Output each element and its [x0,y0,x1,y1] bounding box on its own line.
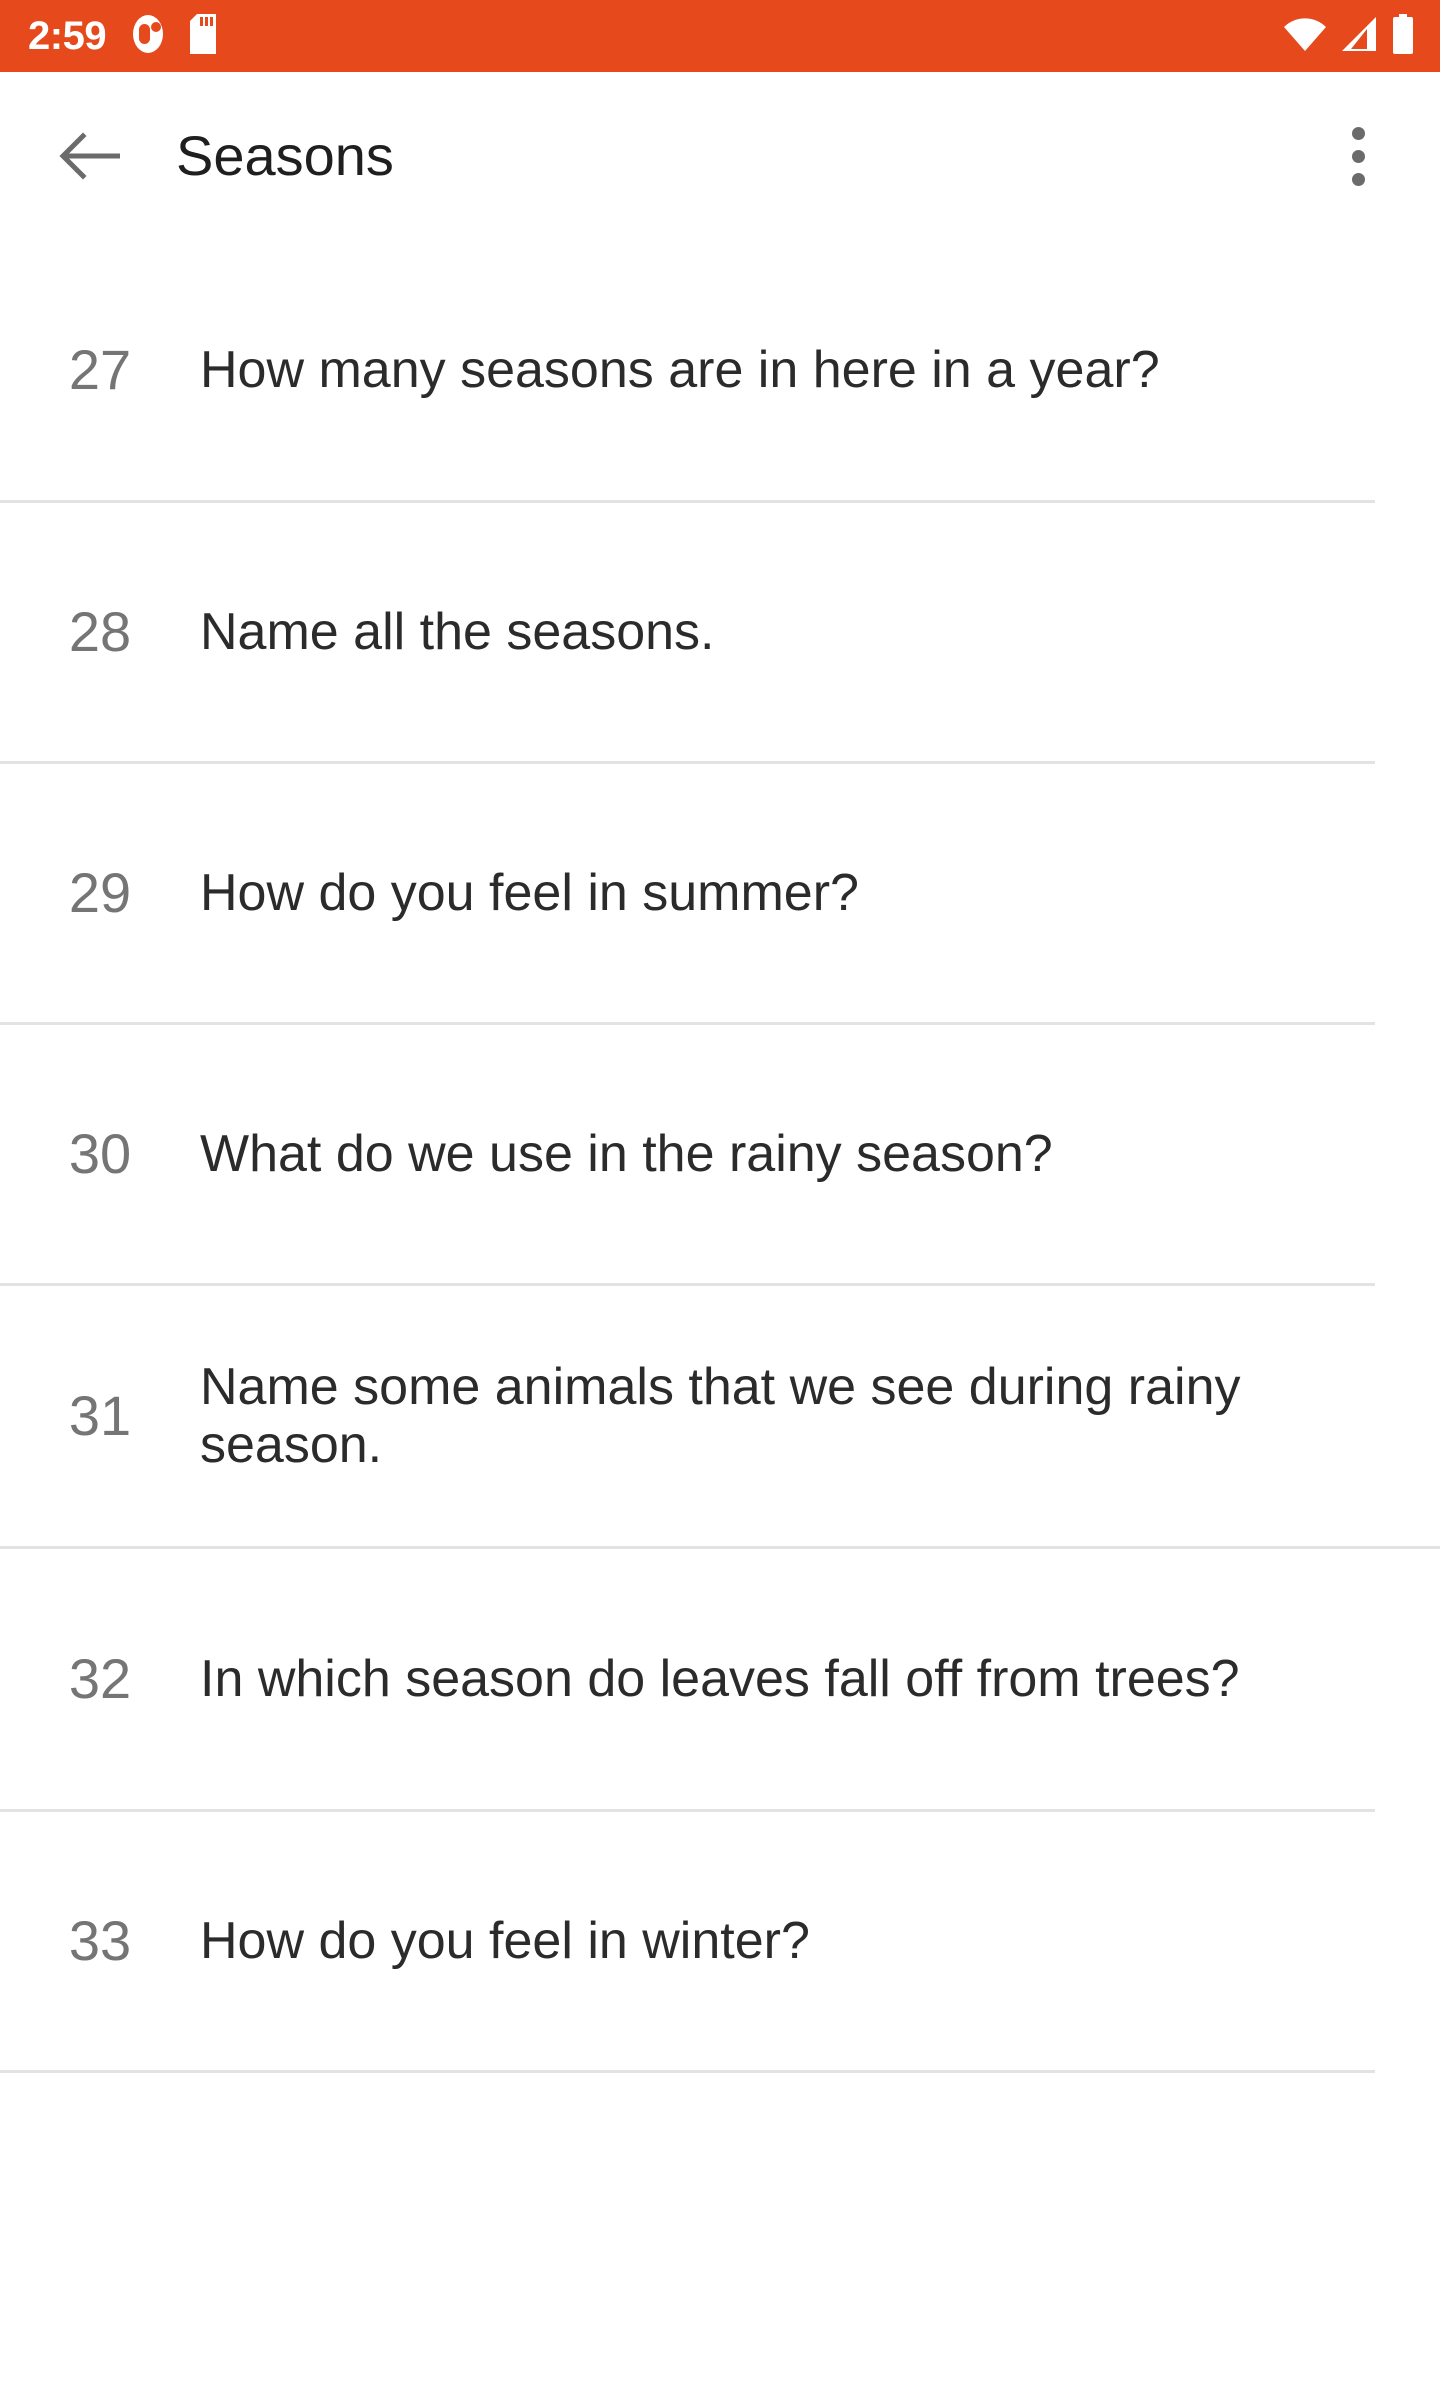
status-bar-clock: 2:59 [28,14,107,58]
list-item[interactable]: 28 Name all the seasons. [0,503,1440,761]
list-item[interactable]: 33 How do you feel in winter? [0,1812,1440,2070]
list-divider [0,2070,1375,2073]
list-item-index: 32 [68,1647,132,1710]
status-bar: 2:59 [0,0,1440,72]
list-item-index: 31 [68,1384,132,1447]
list-item-question: How do you feel in summer? [200,863,859,922]
page-title: Seasons [176,124,394,187]
list-item-index: 29 [68,861,132,924]
notification-badge-icon [132,14,164,59]
status-bar-right [1284,13,1414,59]
overflow-dot-icon [1351,149,1365,163]
list-item[interactable]: 27 How many seasons are in here in a yea… [0,240,1440,500]
list-item-question: In which season do leaves fall off from … [200,1649,1240,1708]
overflow-dot-icon [1351,172,1365,186]
cellular-signal-icon [1340,16,1378,56]
list-item[interactable]: 31 Name some animals that we see during … [0,1286,1440,1546]
overflow-menu-button[interactable] [1320,108,1396,204]
list-item-question: Name all the seasons. [200,602,715,661]
list-item-question: What do we use in the rainy season? [200,1124,1053,1183]
sd-card-icon [190,13,217,59]
list-item-question: How many seasons are in here in a year? [200,340,1160,399]
list-item-index: 33 [68,1909,132,1972]
list-item-index: 28 [68,600,132,663]
overflow-dot-icon [1351,126,1365,140]
back-arrow-icon [59,132,120,180]
list-item-question: How do you feel in winter? [200,1911,810,1970]
wifi-icon [1284,17,1326,56]
list-item[interactable]: 30 What do we use in the rainy season? [0,1025,1440,1283]
status-bar-left: 2:59 [28,13,217,59]
app-bar: Seasons [0,72,1440,240]
list-item[interactable]: 29 How do you feel in summer? [0,764,1440,1022]
battery-icon [1392,13,1414,59]
list-item-index: 27 [68,338,132,401]
back-button[interactable] [52,118,128,194]
list-item-question: Name some animals that we see during rai… [200,1357,1241,1474]
list-item[interactable]: 32 In which season do leaves fall off fr… [0,1549,1440,1809]
list-item-index: 30 [68,1122,132,1185]
question-list: 27 How many seasons are in here in a yea… [0,240,1440,2073]
